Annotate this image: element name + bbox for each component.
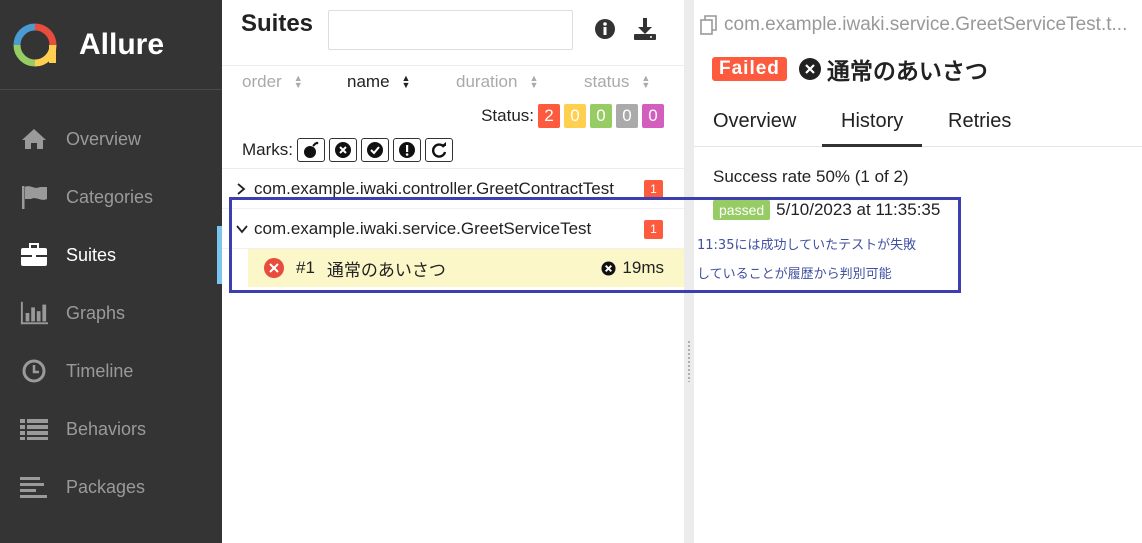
brand[interactable]: Allure: [0, 0, 222, 90]
test-title: 通常のあいさつ: [826, 58, 988, 84]
tab-retries[interactable]: Retries: [948, 110, 1011, 147]
drag-handle-icon[interactable]: [687, 340, 691, 382]
sort-order[interactable]: order ▲ ▼: [242, 72, 303, 92]
info-icon[interactable]: [592, 16, 618, 42]
check-circle-icon[interactable]: [361, 138, 389, 162]
sidebar-item-categories[interactable]: Categories: [0, 168, 222, 226]
marks-filter: Marks:: [242, 138, 453, 162]
sort-arrows-icon: ▲ ▼: [401, 73, 411, 90]
test-title-row: Failed 通常のあいさつ: [712, 52, 988, 86]
sort-label: duration: [456, 72, 518, 91]
bomb-icon[interactable]: [297, 138, 325, 162]
times-circle-icon: [798, 58, 821, 80]
sidebar-item-overview[interactable]: Overview: [0, 110, 222, 168]
allure-logo-icon: [13, 23, 57, 67]
annotation-highlight-box: [229, 197, 961, 293]
sidebar: Allure Overview Categories Suites Graphs: [0, 0, 222, 543]
sidebar-item-graphs[interactable]: Graphs: [0, 284, 222, 342]
suites-header: Suites: [222, 0, 684, 66]
sidebar-item-label: Graphs: [66, 302, 126, 323]
sort-arrows-icon: ▲ ▼: [529, 73, 539, 90]
refresh-icon[interactable]: [425, 138, 453, 162]
sidebar-item-label: Timeline: [66, 360, 134, 381]
sort-label: order: [242, 72, 282, 91]
sidebar-item-label: Categories: [66, 186, 154, 207]
sidebar-item-label: Suites: [66, 244, 117, 265]
sort-arrows-icon: ▲ ▼: [641, 73, 651, 90]
tab-history[interactable]: History: [822, 110, 923, 147]
status-passed-badge[interactable]: 0: [590, 104, 612, 128]
sidebar-nav: Overview Categories Suites Graphs Timeli…: [0, 110, 222, 516]
exclamation-circle-icon[interactable]: [393, 138, 421, 162]
breadcrumb: com.example.iwaki.service.GreetServiceTe…: [700, 14, 1127, 36]
sort-bar: order ▲ ▼ name ▲ ▼ duration ▲ ▼ status ▲ ▼: [222, 66, 684, 98]
sort-arrows-icon: ▲ ▼: [293, 73, 303, 90]
briefcase-icon: [20, 243, 48, 267]
sidebar-item-label: Overview: [66, 128, 142, 149]
sort-status[interactable]: status ▲ ▼: [584, 72, 650, 92]
brand-name: Allure: [79, 27, 165, 61]
status-failed-badge[interactable]: 2: [538, 104, 560, 128]
sidebar-item-packages[interactable]: Packages: [0, 458, 222, 516]
status-label: Status:: [481, 106, 534, 125]
times-circle-icon[interactable]: [329, 138, 357, 162]
status-broken-badge[interactable]: 0: [564, 104, 586, 128]
sidebar-item-suites[interactable]: Suites: [0, 226, 222, 284]
chevron-right-icon: [236, 182, 254, 195]
sort-duration[interactable]: duration ▲ ▼: [456, 72, 538, 92]
bar-chart-icon: [20, 301, 48, 325]
group-name: com.example.iwaki.controller.GreetContra…: [254, 178, 614, 198]
status-badge: Failed: [712, 57, 787, 81]
sidebar-item-label: Behaviors: [66, 418, 147, 439]
download-icon[interactable]: [632, 16, 658, 42]
home-icon: [20, 127, 48, 151]
sort-name[interactable]: name ▲ ▼: [347, 72, 410, 92]
detail-tabs: Overview History Retries: [694, 100, 1142, 147]
sidebar-item-timeline[interactable]: Timeline: [0, 342, 222, 400]
sort-label: status: [584, 72, 630, 91]
breadcrumb-text: com.example.iwaki.service.GreetServiceTe…: [724, 14, 1128, 35]
sort-label: name: [347, 72, 390, 91]
marks-label: Marks:: [242, 140, 293, 159]
copy-icon[interactable]: [700, 15, 718, 35]
clock-icon: [20, 359, 48, 383]
tab-overview[interactable]: Overview: [713, 110, 796, 147]
align-left-icon: [20, 475, 48, 499]
sidebar-item-behaviors[interactable]: Behaviors: [0, 400, 222, 458]
search-input[interactable]: [328, 10, 573, 50]
list-icon: [20, 417, 48, 441]
status-filter: Status: 2 0 0 0 0: [481, 104, 664, 128]
status-unknown-badge[interactable]: 0: [642, 104, 664, 128]
page-title: Suites: [241, 10, 314, 37]
sidebar-item-label: Packages: [66, 476, 146, 497]
success-rate: Success rate 50% (1 of 2): [713, 167, 909, 186]
status-skipped-badge[interactable]: 0: [616, 104, 638, 128]
flag-icon: [20, 185, 48, 209]
